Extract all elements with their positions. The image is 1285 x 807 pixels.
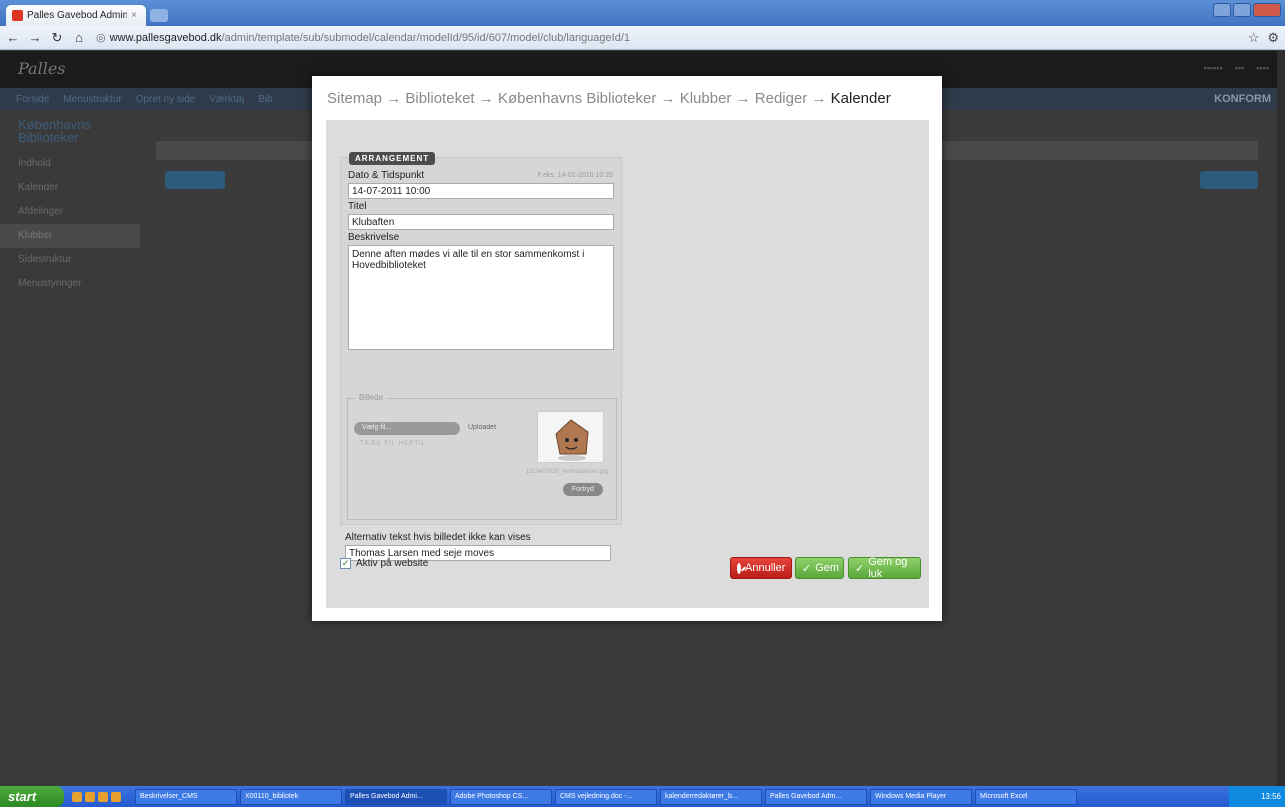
globe-icon: ◎ bbox=[96, 32, 106, 44]
description-textarea[interactable]: Denne aften mødes vi alle til en stor sa… bbox=[348, 245, 614, 350]
arrangement-fieldset: ARRANGEMENT Dato & Tidspunkt F.eks. 14-0… bbox=[340, 152, 622, 525]
sidebar-item[interactable]: Sidestruktur bbox=[0, 248, 140, 272]
sidebar-item-selected[interactable]: Klubber bbox=[0, 224, 140, 248]
app-logo: Palles bbox=[18, 59, 66, 78]
quick-launch bbox=[72, 791, 121, 802]
taskbar-item[interactable]: Microsoft Excel bbox=[975, 788, 1077, 805]
active-label: Aktiv på website bbox=[356, 558, 429, 569]
url-path: /admin/template/sub/submodel/calendar/mo… bbox=[221, 31, 631, 44]
date-input[interactable]: 14-07-2011 10:00 bbox=[348, 183, 614, 199]
uploaded-label: Uploadet bbox=[468, 424, 497, 431]
image-thumbnail bbox=[537, 411, 604, 463]
taskbar-item[interactable]: kalenderredaktører_b... bbox=[660, 788, 762, 805]
nav-item[interactable]: Værktøj bbox=[209, 94, 244, 105]
page-scrollbar[interactable] bbox=[1277, 51, 1285, 786]
url-host: www.pallesgavebod.dk bbox=[109, 31, 222, 44]
quicklaunch-icon[interactable] bbox=[98, 791, 108, 802]
title-input[interactable]: Klubaften bbox=[348, 214, 614, 230]
crumb-current: Kalender bbox=[830, 90, 891, 107]
active-checkbox[interactable]: ✓ bbox=[340, 558, 351, 569]
taskbar-item[interactable]: Beskrivelser_CMS bbox=[135, 788, 237, 805]
windows-taskbar: start Beskrivelser_CMS X00110_bibliotek … bbox=[0, 786, 1285, 807]
quicklaunch-icon[interactable] bbox=[72, 791, 82, 802]
quicklaunch-icon[interactable] bbox=[85, 791, 95, 802]
image-fieldset: Billede Vælg fil... Uploadet TRÆK FIL HE… bbox=[347, 393, 617, 520]
drop-zone[interactable]: TRÆK FIL HERTIL bbox=[360, 441, 426, 447]
home-icon[interactable]: ⌂ bbox=[70, 30, 88, 45]
checkmark-icon: ✓ bbox=[855, 562, 865, 575]
nav-item[interactable]: Opret ny side bbox=[136, 94, 195, 105]
clock: 13:56 bbox=[1260, 792, 1281, 801]
close-tab-icon[interactable]: × bbox=[131, 10, 137, 21]
calendar-modal: Sitemap → Biblioteket → Københavns Bibli… bbox=[312, 76, 942, 621]
forward-icon[interactable]: → bbox=[26, 30, 44, 45]
description-label: Beskrivelse bbox=[348, 232, 400, 243]
cancel-button[interactable]: Annuller bbox=[730, 557, 792, 579]
date-hint: F.eks. 14-01-2010 10:20 bbox=[537, 172, 614, 179]
sidebar-item[interactable]: Afdelinger bbox=[0, 200, 140, 224]
bg-search-button[interactable] bbox=[1200, 171, 1258, 189]
bg-add-button[interactable] bbox=[165, 171, 225, 189]
nav-item[interactable]: Menustruktur bbox=[63, 94, 121, 105]
crumb-item[interactable]: Biblioteket bbox=[405, 90, 474, 107]
modal-body: ARRANGEMENT Dato & Tidspunkt F.eks. 14-0… bbox=[326, 120, 929, 608]
system-tray: 13:56 bbox=[1229, 786, 1285, 807]
crumb-item[interactable]: Rediger bbox=[755, 90, 808, 107]
sidebar-title: Københavns Biblioteker bbox=[18, 117, 91, 145]
nav-item[interactable]: Bib bbox=[258, 94, 272, 105]
minimize-button[interactable] bbox=[1213, 3, 1231, 17]
cancel-icon bbox=[737, 562, 741, 574]
title-label: Titel bbox=[348, 201, 367, 212]
checkmark-icon: ✓ bbox=[802, 562, 812, 575]
tab-title: Palles Gavebod Admin - Københ bbox=[27, 10, 127, 21]
brand-label: KONFORM bbox=[1214, 93, 1271, 105]
url-field[interactable]: ◎ www.pallesgavebod.dk /admin/template/s… bbox=[96, 31, 631, 45]
undo-upload-button[interactable]: Fortryd bbox=[563, 483, 603, 496]
fieldset-legend: ARRANGEMENT bbox=[349, 152, 436, 165]
back-icon[interactable]: ← bbox=[4, 30, 22, 45]
task-list: Beskrivelser_CMS X00110_bibliotek Palles… bbox=[135, 788, 1077, 805]
filename-label: 1310471020_thomaslarsen.jpg bbox=[525, 469, 608, 475]
browser-tab[interactable]: Palles Gavebod Admin - Københ × bbox=[6, 5, 146, 26]
sidebar: Københavns Biblioteker Indhold Kalender … bbox=[0, 110, 140, 786]
alt-text-label: Alternativ tekst hvis billedet ikke kan … bbox=[345, 532, 531, 543]
save-button[interactable]: ✓ Gem bbox=[795, 557, 844, 579]
address-bar: ← → ↻ ⌂ ◎ www.pallesgavebod.dk /admin/te… bbox=[0, 26, 1285, 50]
crumb-item[interactable]: Klubber bbox=[680, 90, 732, 107]
date-label: Dato & Tidspunkt bbox=[348, 170, 425, 181]
taskbar-item[interactable]: Windows Media Player bbox=[870, 788, 972, 805]
nav-item[interactable]: Forside bbox=[16, 94, 49, 105]
browser-tabbar: Palles Gavebod Admin - Københ × bbox=[0, 0, 1285, 26]
crumb-item[interactable]: Sitemap bbox=[327, 90, 382, 107]
taskbar-item[interactable]: Adobe Photoshop CS... bbox=[450, 788, 552, 805]
image-legend: Billede bbox=[356, 393, 387, 402]
quicklaunch-icon[interactable] bbox=[111, 791, 121, 802]
wrench-icon[interactable]: ⚙ bbox=[1267, 30, 1279, 46]
maximize-button[interactable] bbox=[1233, 3, 1251, 17]
header-links: ▪▪▪▪▪▪ ▪▪▪ ▪▪▪▪ bbox=[1203, 63, 1270, 73]
choose-file-button[interactable]: Vælg fil... bbox=[354, 422, 460, 435]
new-tab-button[interactable] bbox=[150, 9, 168, 22]
crumb-item[interactable]: Københavns Biblioteker bbox=[498, 90, 656, 107]
taskbar-item[interactable]: Palles Gavebod Adm... bbox=[765, 788, 867, 805]
active-checkbox-row[interactable]: ✓ Aktiv på website bbox=[340, 558, 428, 569]
taskbar-item[interactable]: X00110_bibliotek bbox=[240, 788, 342, 805]
close-window-button[interactable] bbox=[1253, 3, 1281, 17]
save-and-close-button[interactable]: ✓ Gem og luk bbox=[848, 556, 921, 580]
sidebar-item[interactable]: Kalender bbox=[0, 176, 140, 200]
taskbar-item[interactable]: Palles Gavebod Admi... bbox=[345, 788, 447, 805]
window-controls bbox=[1213, 3, 1281, 17]
taskbar-item[interactable]: CMS vejledning.doc -... bbox=[555, 788, 657, 805]
favicon-icon bbox=[12, 10, 23, 21]
sidebar-item[interactable]: Indhold bbox=[0, 152, 140, 176]
start-button[interactable]: start bbox=[0, 786, 64, 807]
reload-icon[interactable]: ↻ bbox=[48, 30, 66, 46]
modal-breadcrumb: Sitemap → Biblioteket → Københavns Bibli… bbox=[327, 90, 891, 107]
star-icon[interactable]: ☆ bbox=[1248, 30, 1260, 46]
sidebar-item[interactable]: Menustyringer bbox=[0, 272, 140, 296]
